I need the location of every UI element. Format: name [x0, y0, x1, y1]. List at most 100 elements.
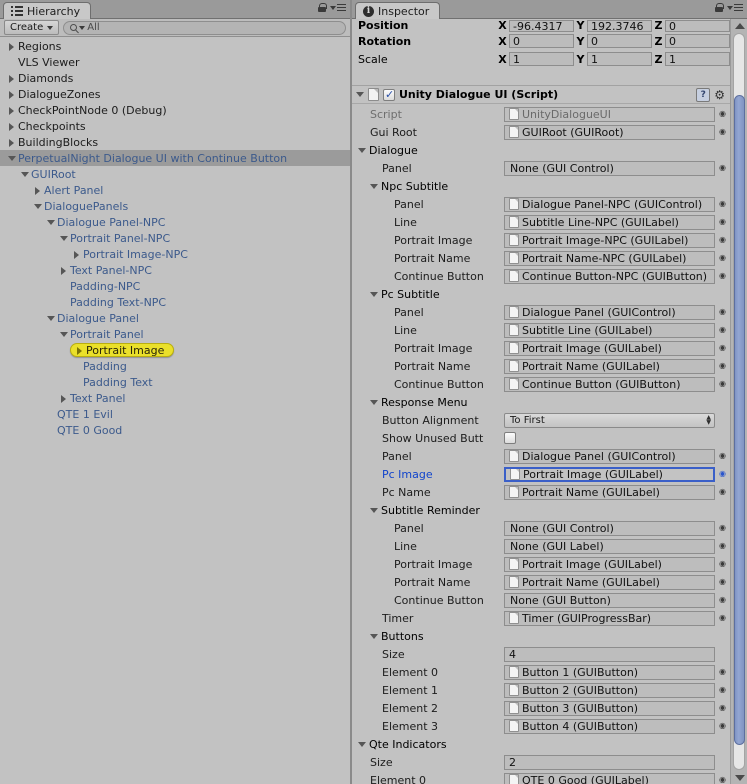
section-subtitle-reminder[interactable]: Subtitle Reminder	[352, 501, 730, 519]
object-picker-line[interactable]: ◉	[715, 218, 730, 226]
scroll-down-arrow[interactable]	[734, 772, 745, 783]
object-picker-line[interactable]: ◉	[715, 542, 730, 550]
hierarchy-item-diamonds[interactable]: Diamonds	[0, 70, 350, 86]
object-picker-portrait-image[interactable]: ◉	[715, 236, 730, 244]
foldout-down-icon[interactable]	[370, 399, 378, 405]
object-picker-element-0[interactable]: ◉	[715, 776, 730, 784]
transform-position-y-input[interactable]: 192.3746	[587, 20, 652, 32]
object-field-continue-button[interactable]: Continue Button (GUIButton)	[504, 376, 715, 392]
hierarchy-item-checkpoints[interactable]: Checkpoints	[0, 118, 350, 134]
object-picker-gui-root[interactable]: ◉	[715, 128, 730, 136]
tab-hierarchy[interactable]: Hierarchy	[3, 2, 92, 19]
object-picker-timer[interactable]: ◉	[715, 614, 730, 622]
object-field-element-0[interactable]: Button 1 (GUIButton)	[504, 664, 715, 680]
lock-icon[interactable]	[318, 3, 327, 12]
object-field-element-3[interactable]: Button 4 (GUIButton)	[504, 718, 715, 734]
section-foldout-buttons[interactable]: Buttons	[352, 630, 424, 643]
section-buttons[interactable]: Buttons	[352, 627, 730, 645]
object-picker-element-3[interactable]: ◉	[715, 722, 730, 730]
foldout-right-icon[interactable]	[5, 104, 18, 117]
object-field-line[interactable]: Subtitle Line-NPC (GUILabel)	[504, 214, 715, 230]
object-field-timer[interactable]: Timer (GUIProgressBar)	[504, 610, 715, 626]
object-field-element-0[interactable]: QTE 0 Good (GUILabel)	[504, 772, 715, 784]
object-picker-portrait-name[interactable]: ◉	[715, 254, 730, 262]
highlighted-item-pill[interactable]: Portrait Image	[70, 343, 175, 357]
object-field-gui-root[interactable]: GUIRoot (GUIRoot)	[504, 124, 715, 140]
transform-position-x-input[interactable]: -96.4317	[509, 20, 574, 32]
hierarchy-item-padding-text[interactable]: Padding Text	[0, 374, 350, 390]
object-picker-portrait-image[interactable]: ◉	[715, 560, 730, 568]
section-dialogue[interactable]: Dialogue	[352, 141, 730, 159]
foldout-right-icon[interactable]	[31, 184, 44, 197]
hierarchy-item-dialoguezones[interactable]: DialogueZones	[0, 86, 350, 102]
foldout-right-icon[interactable]	[5, 40, 18, 53]
hierarchy-item-padding-npc[interactable]: Padding-NPC	[0, 278, 350, 294]
foldout-down-icon[interactable]	[44, 216, 57, 229]
object-picker-element-2[interactable]: ◉	[715, 704, 730, 712]
tab-inspector[interactable]: i Inspector	[355, 2, 441, 19]
section-response-menu[interactable]: Response Menu	[352, 393, 730, 411]
hierarchy-item-qte-0-good[interactable]: QTE 0 Good	[0, 422, 350, 438]
foldout-down-icon[interactable]	[358, 147, 366, 153]
transform-scale-y-input[interactable]: 1	[587, 52, 652, 66]
foldout-right-icon[interactable]	[5, 72, 18, 85]
hierarchy-item-portrait-panel[interactable]: Portrait Panel	[0, 326, 350, 342]
hierarchy-item-perpetualnight-dialogue-ui-with-continue-button[interactable]: PerpetualNight Dialogue UI with Continue…	[0, 150, 350, 166]
object-field-element-2[interactable]: Button 3 (GUIButton)	[504, 700, 715, 716]
inspector-menu-icon[interactable]	[727, 3, 743, 12]
component-foldout-icon[interactable]	[356, 92, 364, 97]
object-picker-portrait-image[interactable]: ◉	[715, 344, 730, 352]
hierarchy-item-portrait-panel-npc[interactable]: Portrait Panel-NPC	[0, 230, 350, 246]
object-field-panel[interactable]: Dialogue Panel (GUIControl)	[504, 304, 715, 320]
foldout-down-icon[interactable]	[358, 741, 366, 747]
foldout-right-icon[interactable]	[5, 136, 18, 149]
section-npc-subtitle[interactable]: Npc Subtitle	[352, 177, 730, 195]
foldout-down-icon[interactable]	[57, 328, 70, 341]
object-field-panel[interactable]: None (GUI Control)	[504, 520, 715, 536]
object-picker-element-1[interactable]: ◉	[715, 686, 730, 694]
object-picker-pc-name[interactable]: ◉	[715, 488, 730, 496]
hierarchy-tree[interactable]: Regions VLS Viewer Diamonds DialogueZones Ch…	[0, 38, 350, 784]
hierarchy-item-qte-1-evil[interactable]: QTE 1 Evil	[0, 406, 350, 422]
input-size[interactable]: 2	[504, 754, 715, 770]
help-icon[interactable]: ?	[696, 87, 711, 102]
object-picker-line[interactable]: ◉	[715, 326, 730, 334]
foldout-right-icon[interactable]	[70, 248, 83, 261]
enabled-checkbox[interactable]	[383, 88, 395, 101]
inspector-scrollbar[interactable]	[730, 19, 747, 784]
hierarchy-item-buildingblocks[interactable]: BuildingBlocks	[0, 134, 350, 150]
object-field-pc-image[interactable]: Portrait Image (GUILabel)	[504, 466, 715, 482]
object-field-continue-button[interactable]: Continue Button-NPC (GUIButton)	[504, 268, 715, 284]
foldout-down-icon[interactable]	[44, 312, 57, 325]
object-picker-continue-button[interactable]: ◉	[715, 596, 730, 604]
object-field-panel[interactable]: None (GUI Control)	[504, 160, 715, 176]
object-picker-portrait-name[interactable]: ◉	[715, 362, 730, 370]
object-picker-continue-button[interactable]: ◉	[715, 272, 730, 280]
hierarchy-item-vls-viewer[interactable]: VLS Viewer	[0, 54, 350, 70]
gear-icon[interactable]: ⚙	[714, 89, 725, 101]
foldout-down-icon[interactable]	[18, 168, 31, 181]
hierarchy-item-alert-panel[interactable]: Alert Panel	[0, 182, 350, 198]
foldout-right-icon[interactable]	[57, 264, 70, 277]
object-field-panel[interactable]: Dialogue Panel (GUIControl)	[504, 448, 715, 464]
object-field-continue-button[interactable]: None (GUI Button)	[504, 592, 715, 608]
hierarchy-item-guiroot[interactable]: GUIRoot	[0, 166, 350, 182]
object-picker-panel[interactable]: ◉	[715, 308, 730, 316]
panel-menu-icon[interactable]	[330, 3, 346, 12]
object-picker-panel[interactable]: ◉	[715, 524, 730, 532]
object-picker-portrait-name[interactable]: ◉	[715, 578, 730, 586]
hierarchy-item-dialogue-panel[interactable]: Dialogue Panel	[0, 310, 350, 326]
foldout-down-icon[interactable]	[57, 232, 70, 245]
section-foldout-response-menu[interactable]: Response Menu	[352, 396, 468, 409]
object-field-portrait-image[interactable]: Portrait Image (GUILabel)	[504, 340, 715, 356]
transform-rotation-y-input[interactable]: 0	[587, 34, 652, 48]
section-foldout-pc-subtitle[interactable]: Pc Subtitle	[352, 288, 440, 301]
object-field-portrait-name[interactable]: Portrait Name (GUILabel)	[504, 574, 715, 590]
foldout-down-icon[interactable]	[370, 183, 378, 189]
object-field-panel[interactable]: Dialogue Panel-NPC (GUIControl)	[504, 196, 715, 212]
object-picker-panel[interactable]: ◉	[715, 164, 730, 172]
section-qte-indicators[interactable]: Qte Indicators	[352, 735, 730, 753]
transform-scale-z-input[interactable]: 1	[665, 52, 730, 66]
section-pc-subtitle[interactable]: Pc Subtitle	[352, 285, 730, 303]
object-picker-element-0[interactable]: ◉	[715, 668, 730, 676]
